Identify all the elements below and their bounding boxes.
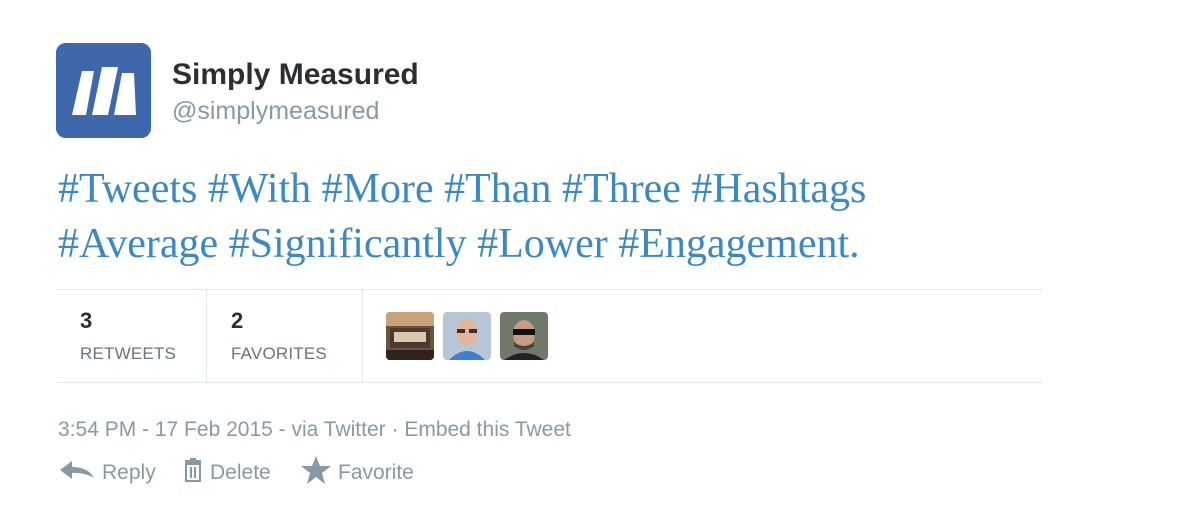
hashtag[interactable]: #Significantly bbox=[229, 221, 467, 267]
retweets-count: 3 bbox=[80, 308, 93, 333]
retweets-label: RETWEETS bbox=[80, 344, 177, 363]
tweet-text-line-1: #Tweets #With #More #Than #Three #Hashta… bbox=[58, 162, 1158, 217]
reply-label: Reply bbox=[102, 461, 156, 484]
hashtag[interactable]: #With bbox=[208, 166, 311, 212]
meta-separator: · bbox=[385, 418, 405, 441]
hashtag[interactable]: #Tweets bbox=[58, 166, 197, 212]
favoriter-avatar[interactable] bbox=[500, 312, 548, 360]
tweet-card: Simply Measured @simplymeasured #Tweets … bbox=[0, 0, 1184, 514]
delete-button[interactable]: Delete bbox=[182, 456, 271, 490]
favorites-stat[interactable]: 2 FAVORITES bbox=[207, 290, 363, 382]
simply-measured-logo-icon bbox=[56, 43, 151, 138]
hashtag[interactable]: #Hashtags bbox=[691, 166, 866, 212]
embed-tweet-link[interactable]: Embed this Tweet bbox=[404, 418, 571, 441]
favorite-label: Favorite bbox=[338, 461, 414, 484]
display-name[interactable]: Simply Measured bbox=[172, 58, 419, 92]
favoriter-avatar[interactable] bbox=[386, 312, 434, 360]
tweet-meta: 3:54 PM - 17 Feb 2015 - via Twitter · Em… bbox=[58, 418, 571, 442]
tweet-text: #Tweets #With #More #Than #Three #Hashta… bbox=[58, 162, 1158, 272]
tweet-stats: 3 RETWEETS 2 FAVORITES bbox=[56, 289, 1042, 383]
hashtag[interactable]: #Lower bbox=[477, 221, 608, 267]
hashtag[interactable]: #Engagement. bbox=[618, 221, 859, 267]
reply-button[interactable]: Reply bbox=[58, 456, 156, 490]
favorite-button[interactable]: Favorite bbox=[300, 456, 414, 490]
hashtag[interactable]: #Three bbox=[562, 166, 681, 212]
username[interactable]: @simplymeasured bbox=[172, 97, 379, 126]
reply-icon bbox=[58, 459, 96, 487]
favorites-count: 2 bbox=[231, 308, 244, 333]
favoriter-avatar[interactable] bbox=[443, 312, 491, 360]
tweet-source[interactable]: via Twitter bbox=[291, 418, 385, 441]
tweet-timestamp[interactable]: 3:54 PM - 17 Feb 2015 bbox=[58, 418, 273, 441]
delete-label: Delete bbox=[210, 461, 271, 484]
avatar[interactable] bbox=[56, 43, 151, 138]
tweet-text-line-2: #Average #Significantly #Lower #Engageme… bbox=[58, 217, 1158, 272]
hashtag[interactable]: #Than bbox=[444, 166, 551, 212]
favorites-label: FAVORITES bbox=[231, 344, 327, 363]
trash-icon bbox=[182, 458, 204, 488]
star-icon bbox=[300, 455, 332, 491]
hashtag[interactable]: #Average bbox=[58, 221, 218, 267]
meta-separator: - bbox=[272, 418, 292, 441]
retweets-stat[interactable]: 3 RETWEETS bbox=[56, 290, 207, 382]
hashtag[interactable]: #More bbox=[322, 166, 434, 212]
